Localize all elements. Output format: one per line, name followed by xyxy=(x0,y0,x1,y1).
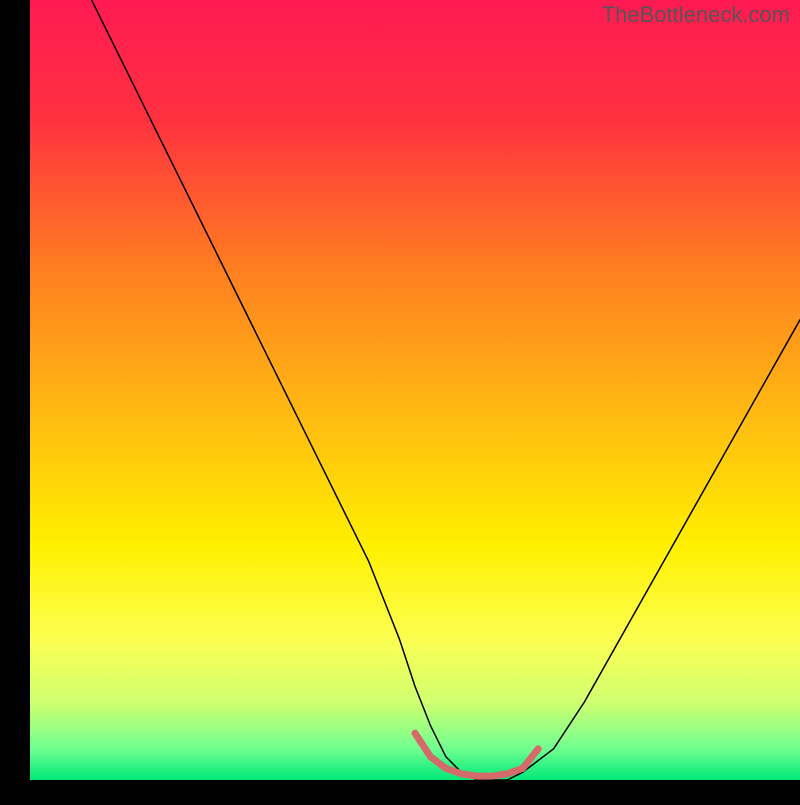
bottleneck-chart xyxy=(0,0,800,800)
chart-canvas xyxy=(0,0,800,800)
watermark-text: TheBottleneck.com xyxy=(602,2,790,28)
